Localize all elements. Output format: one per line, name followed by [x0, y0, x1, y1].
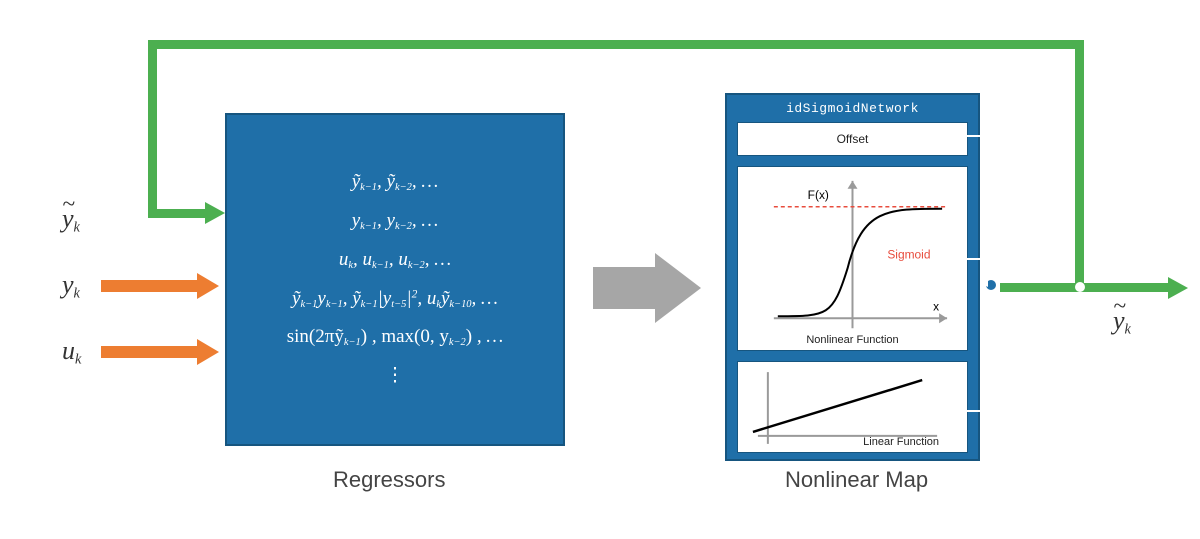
linear-function-cell: Linear Function — [737, 361, 968, 453]
feedback-into-box — [148, 209, 205, 218]
regressors-box: ỹk−1, ỹk−2, … yk−1, yk−2, … uk, uk−1, uk… — [225, 113, 565, 446]
input-label-ytilde: yk — [62, 204, 80, 236]
output-label-ytilde: yk — [1113, 306, 1131, 338]
feedback-junction-dot — [1075, 282, 1085, 292]
feedback-left — [148, 40, 1084, 49]
offset-cell: Offset — [737, 122, 968, 156]
feedback-arrow-head — [205, 202, 225, 224]
feedback-up — [1075, 40, 1084, 292]
sigmoid-plot-icon: F(x) x Sigmoid — [738, 167, 967, 350]
wire-nonlin — [962, 258, 992, 260]
nlmap-title: idSigmoidNetwork — [737, 101, 968, 116]
sigmoid-text: Sigmoid — [887, 248, 930, 262]
nonlinear-map-panel: idSigmoidNetwork Offset F(x) x Sigmoid N… — [725, 93, 980, 461]
nonlinear-function-label: Nonlinear Function — [738, 334, 967, 346]
wire-linear-v — [990, 292, 992, 412]
feedback-down — [148, 40, 157, 214]
x-axis-label: x — [933, 299, 939, 313]
regressors-label: Regressors — [333, 467, 445, 493]
linear-function-label: Linear Function — [863, 436, 939, 448]
input-label-u: uk — [62, 336, 81, 368]
input-label-y: yk — [62, 270, 80, 302]
wire-linear — [962, 410, 992, 412]
arrow-u-to-regressors — [101, 341, 219, 363]
arrow-regressors-to-nlmap — [593, 253, 701, 323]
arrow-y-to-regressors — [101, 275, 219, 297]
regressors-expressions: ỹk−1, ỹk−2, … yk−1, yk−2, … uk, uk−1, uk… — [287, 163, 504, 397]
fx-axis-label: F(x) — [808, 188, 829, 202]
nonlinear-map-label: Nonlinear Map — [785, 467, 928, 493]
wire-offset — [962, 135, 992, 137]
output-arrow-head — [1168, 277, 1188, 299]
offset-cell-label: Offset — [738, 132, 967, 146]
nonlinear-function-cell: F(x) x Sigmoid Nonlinear Function — [737, 166, 968, 351]
